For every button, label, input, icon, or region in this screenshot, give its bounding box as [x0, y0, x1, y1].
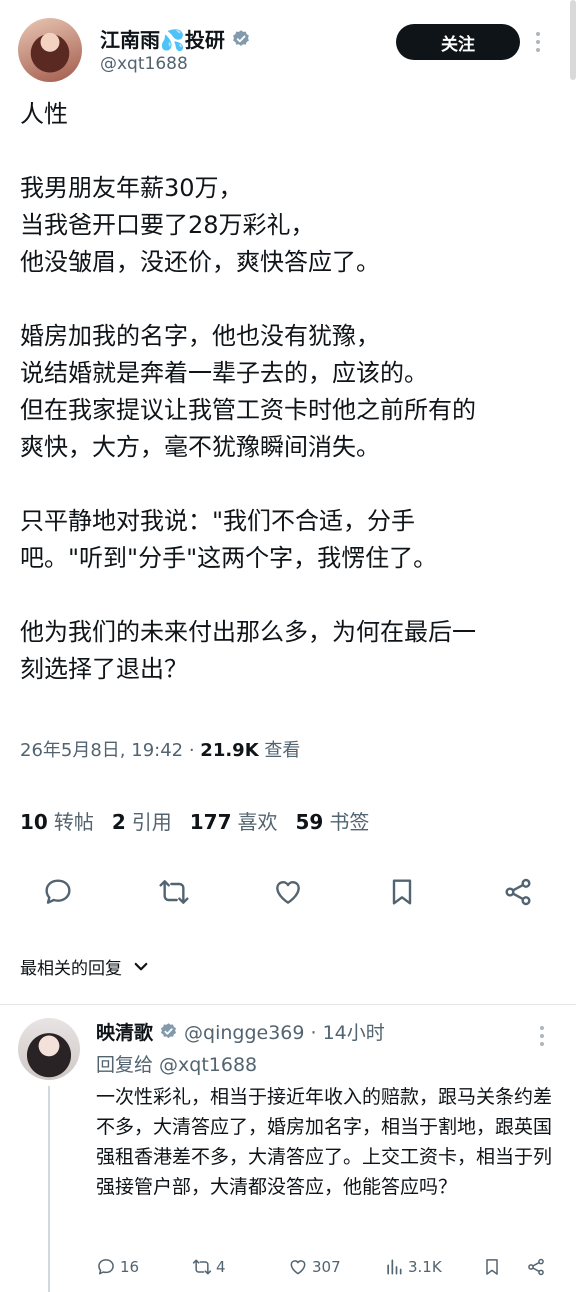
reply-bookmark-button[interactable] — [482, 1254, 502, 1280]
more-options-icon[interactable] — [540, 1026, 546, 1050]
post-timestamp[interactable]: 26年5月8日, 19:42 · — [20, 740, 200, 761]
thread-line — [48, 1086, 50, 1292]
author-name[interactable]: 江南雨💦投研 — [100, 24, 251, 53]
reply-share-button[interactable] — [526, 1254, 546, 1280]
bookmarks-stat[interactable]: 59 书签 — [296, 806, 370, 835]
reply-view-count: 3.1K — [408, 1258, 442, 1276]
divider — [0, 1004, 576, 1005]
post-paragraph: 我男朋友年薪30万， 当我爸开口要了28万彩礼， 他没皱眉，没还价，爽快答应了。 — [20, 174, 380, 276]
like-icon[interactable] — [272, 876, 304, 908]
reply-views-button[interactable]: 3.1K — [384, 1254, 442, 1280]
post-paragraph: 婚房加我的名字，他也没有犹豫， 说结婚就是奔着一辈子去的，应该的。 但在我家提议… — [20, 322, 476, 461]
quotes-stat[interactable]: 2 引用 — [112, 806, 172, 835]
bookmark-icon — [486, 1259, 498, 1275]
post-meta: 26年5月8日, 19:42 · 21.9K 查看 — [20, 736, 300, 762]
reply-icon[interactable] — [42, 876, 74, 908]
repost-icon — [192, 1259, 212, 1275]
likes-stat[interactable]: 177 喜欢 — [190, 806, 278, 835]
post-paragraph: 只平静地对我说："我们不合适，分手 吧。"听到"分手"这两个字，我愣住了。 — [20, 507, 438, 572]
author-handle[interactable]: @xqt1688 — [100, 54, 188, 74]
post-paragraph: 他为我们的未来付出那么多，为何在最后一 刻选择了退出？ — [20, 618, 476, 683]
verified-badge-icon — [232, 29, 249, 46]
reply-author-name[interactable]: 映清歌 — [96, 1018, 153, 1045]
post-paragraph: 人性 — [20, 100, 68, 128]
reply-to-label[interactable]: 回复给 @xqt1688 — [96, 1050, 257, 1077]
like-icon — [290, 1260, 306, 1275]
reply-action-bar: 16 4 307 3.1K — [96, 1254, 556, 1280]
reply-header: 映清歌 @qingge369 · 14小时 — [96, 1018, 385, 1045]
engagement-stats: 10 转帖 2 引用 177 喜欢 59 书签 — [20, 806, 369, 835]
reply-like-button[interactable]: 307 — [288, 1254, 341, 1280]
sort-replies-dropdown[interactable]: 最相关的回复 — [20, 954, 150, 979]
share-icon — [528, 1258, 544, 1276]
reply-like-count: 307 — [312, 1258, 341, 1276]
reply-repost-count: 4 — [216, 1258, 226, 1276]
post-action-bar — [0, 870, 576, 914]
post-text: 人性 我男朋友年薪30万， 当我爸开口要了28万彩礼， 他没皱眉，没还价，爽快答… — [20, 96, 560, 688]
analytics-icon — [387, 1259, 402, 1275]
author-avatar[interactable] — [18, 18, 82, 82]
bookmark-icon[interactable] — [386, 876, 418, 908]
reply-author-handle[interactable]: @qingge369 · 14小时 — [184, 1018, 385, 1045]
sort-label: 最相关的回复 — [20, 959, 122, 979]
reply-repost-button[interactable]: 4 — [192, 1254, 226, 1280]
reply-avatar[interactable] — [18, 1018, 80, 1080]
scrollbar[interactable] — [570, 0, 576, 80]
follow-button[interactable]: 关注 — [396, 24, 520, 60]
views-label: 查看 — [258, 740, 301, 761]
reply-icon — [98, 1259, 114, 1275]
reposts-stat[interactable]: 10 转帖 — [20, 806, 94, 835]
repost-icon[interactable] — [158, 876, 190, 908]
views-count: 21.9K — [200, 740, 259, 761]
reply-reply-count: 16 — [120, 1258, 140, 1276]
post-header: 江南雨💦投研 @xqt1688 关注 — [18, 18, 556, 82]
reply-text: 一次性彩礼，相当于接近年收入的赔款，跟马关条约差不多，大清答应了，婚房加名字，相… — [96, 1086, 553, 1198]
share-icon[interactable] — [502, 876, 534, 908]
reply-reply-button[interactable]: 16 — [96, 1254, 139, 1280]
chevron-down-icon — [134, 962, 148, 970]
verified-badge-icon — [160, 1023, 177, 1039]
author-name-text: 江南雨💦投研 — [100, 28, 225, 52]
more-options-icon[interactable] — [536, 32, 542, 56]
